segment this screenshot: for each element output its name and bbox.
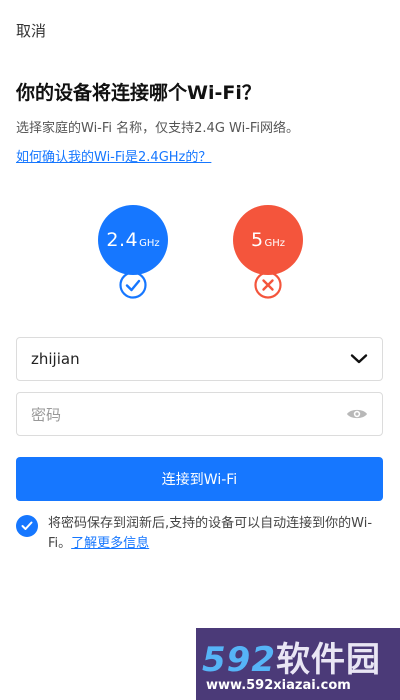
page-title: 你的设备将连接哪个Wi-Fi？ [16,82,261,104]
save-password-row: 将密码保存到润新后,支持的设备可以自动连接到你的Wi-Fi。了解更多信息 [16,514,386,554]
watermark-logo: 592软件园 [202,632,381,681]
eye-icon[interactable] [346,407,368,421]
check-icon [21,521,33,530]
watermark-logo-number: 592 [202,640,276,680]
connect-wifi-button[interactable]: 连接到Wi-Fi [16,457,383,501]
save-password-checkbox[interactable] [16,515,38,537]
cancel-button[interactable]: 取消 [16,20,46,41]
band-value: 5 [250,229,264,251]
password-field[interactable]: 密码 [16,392,383,436]
check-circle-icon [119,271,147,299]
band-unit: GHz [264,237,286,249]
watermark: 592软件园 www.592xiazai.com [196,628,400,700]
ssid-value: zhijian [31,350,80,368]
chevron-down-icon[interactable] [350,353,368,365]
wifi-ssid-select[interactable]: zhijian [16,337,383,381]
watermark-logo-text: 软件园 [275,640,381,680]
band-2-4ghz-badge: 2.4 GHz [98,205,168,275]
band-unit: GHz [139,237,160,249]
band-value: 2.4 [106,229,139,251]
save-password-text: 将密码保存到润新后,支持的设备可以自动连接到你的Wi-Fi。了解更多信息 [48,514,386,554]
learn-more-link[interactable]: 了解更多信息 [71,536,149,551]
watermark-url: www.592xiazai.com [206,678,351,693]
help-link-2-4ghz[interactable]: 如何确认我的Wi-Fi是2.4GHz的？ [16,146,211,165]
password-placeholder: 密码 [31,405,62,424]
page-subtitle: 选择家庭的Wi-Fi 名称，仅支持2.4G Wi-Fi网络。 [16,121,300,136]
cross-circle-icon [254,271,282,299]
band-5ghz-badge: 5 GHz [233,205,303,275]
